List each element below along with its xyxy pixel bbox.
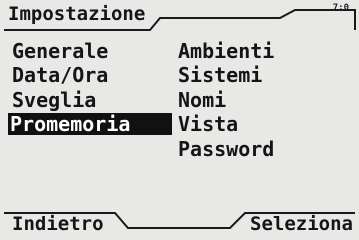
- menu-item-ambienti[interactable]: Ambienti: [176, 40, 276, 62]
- menu-item-password[interactable]: Password: [176, 138, 276, 160]
- menu-item-sveglia[interactable]: Sveglia: [10, 89, 98, 111]
- menu-item-generale[interactable]: Generale: [10, 40, 110, 62]
- menu-item-vista[interactable]: Vista: [176, 113, 240, 135]
- clock-readout: 7:0: [332, 3, 349, 13]
- menu-item-data-ora[interactable]: Data/Ora: [10, 64, 110, 86]
- menu-item-nomi[interactable]: Nomi: [176, 89, 228, 111]
- menu-item-promemoria[interactable]: Promemoria: [8, 113, 172, 135]
- phone-lcd-screen: Impostazione 7:0 Generale Data/Ora Svegl…: [0, 0, 359, 240]
- menu-item-sistemi[interactable]: Sistemi: [176, 64, 264, 86]
- screen-title: Impostazione: [8, 3, 146, 25]
- softkey-back-button[interactable]: Indietro: [12, 215, 104, 234]
- softkey-select-button[interactable]: Seleziona: [250, 215, 353, 234]
